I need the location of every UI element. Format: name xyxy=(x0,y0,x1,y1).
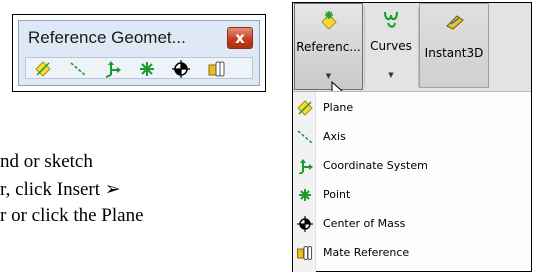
curves-button[interactable]: Curves ▼ xyxy=(365,3,417,91)
reference-geometry-button[interactable]: Referenc... ▼ xyxy=(294,3,363,90)
body-text-line-1: nd or sketch xyxy=(0,151,93,172)
toolbar-title: Reference Geomet... xyxy=(28,28,186,47)
toolbar-icon-row xyxy=(25,57,253,79)
reference-geometry-menu: Plane Axis Coordinate System Point Cente… xyxy=(293,91,531,272)
chevron-down-icon: ▼ xyxy=(325,72,332,80)
coordinate-system-icon[interactable] xyxy=(104,60,122,78)
ribbon-screenshot: Referenc... ▼ Curves ▼ Instant3D Plane A… xyxy=(292,2,532,272)
menu-item-label: Mate Reference xyxy=(323,246,410,259)
menu-item-coordinate-system[interactable]: Coordinate System xyxy=(293,152,531,180)
close-icon: x xyxy=(235,29,245,47)
plane-icon xyxy=(297,100,313,116)
axis-icon xyxy=(297,130,313,144)
menu-item-center-of-mass[interactable]: Center of Mass xyxy=(293,210,531,238)
menu-item-axis[interactable]: Axis xyxy=(293,123,531,151)
center-of-mass-icon xyxy=(297,216,313,232)
instant3d-button[interactable]: Instant3D xyxy=(419,3,489,88)
plane-icon[interactable] xyxy=(34,60,52,78)
close-button[interactable]: x xyxy=(227,27,253,49)
chevron-down-icon: ▼ xyxy=(388,71,394,79)
menu-item-point[interactable]: Point xyxy=(293,181,531,209)
menu-item-label: Plane xyxy=(323,101,354,114)
center-of-mass-icon[interactable] xyxy=(172,60,190,78)
menu-item-label: Center of Mass xyxy=(323,217,406,230)
body-text-line-3: r or click the Plane xyxy=(0,205,144,226)
menu-item-label: Point xyxy=(323,188,351,201)
mate-reference-icon[interactable] xyxy=(208,60,226,78)
curves-icon xyxy=(384,11,398,28)
instant3d-label: Instant3D xyxy=(424,46,484,60)
toolbar-body: Reference Geomet... x xyxy=(18,20,260,86)
axis-icon[interactable] xyxy=(69,60,87,78)
reference-geometry-icon xyxy=(321,11,337,30)
body-text-line-2: r, click Insert ➢ xyxy=(0,179,121,200)
curves-label: Curves xyxy=(370,39,412,53)
mate-reference-icon xyxy=(297,246,312,260)
menu-item-mate-reference[interactable]: Mate Reference xyxy=(293,239,531,267)
point-icon xyxy=(299,189,311,201)
command-manager-ribbon: Referenc... ▼ Curves ▼ Instant3D xyxy=(293,3,531,101)
instant3d-icon xyxy=(446,15,464,30)
coordinate-system-icon xyxy=(298,159,313,174)
menu-item-label: Coordinate System xyxy=(323,159,428,172)
reference-geometry-toolbar: Reference Geomet... x xyxy=(12,14,266,92)
menu-item-plane[interactable]: Plane xyxy=(293,94,531,122)
point-icon[interactable] xyxy=(138,60,156,78)
menu-item-label: Axis xyxy=(323,130,346,143)
reference-geometry-label: Referenc... xyxy=(296,40,361,54)
